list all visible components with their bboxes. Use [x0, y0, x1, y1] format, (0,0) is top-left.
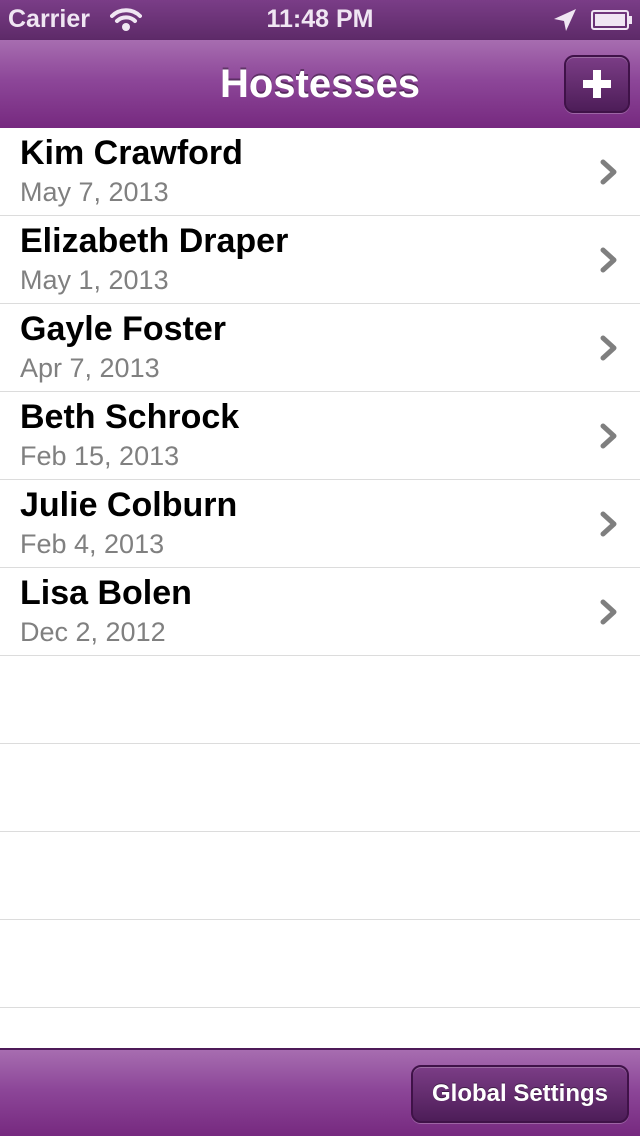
hostess-date: Dec 2, 2012 — [20, 617, 166, 647]
hostess-list: Kim Crawford May 7, 2013 Elizabeth Drape… — [0, 128, 640, 1008]
hostess-name: Lisa Bolen — [20, 574, 192, 612]
empty-list-row — [0, 832, 640, 920]
chevron-right-icon — [600, 599, 617, 625]
hostess-date: Feb 15, 2013 — [20, 441, 180, 471]
chevron-right-icon — [600, 159, 617, 185]
hostess-name: Gayle Foster — [20, 310, 226, 348]
chevron-right-icon — [600, 247, 617, 273]
hostess-name: Julie Colburn — [20, 486, 238, 524]
navigation-bar: Hostesses — [0, 40, 640, 129]
list-item[interactable]: Kim Crawford May 7, 2013 — [0, 128, 640, 216]
empty-list-row — [0, 744, 640, 832]
status-bar: Carrier 11:48 PM — [0, 0, 640, 40]
list-item[interactable]: Lisa Bolen Dec 2, 2012 — [0, 568, 640, 656]
list-item[interactable]: Beth Schrock Feb 15, 2013 — [0, 392, 640, 480]
bottom-toolbar: Global Settings — [0, 1048, 640, 1136]
add-hostess-button[interactable] — [564, 55, 630, 113]
location-arrow-icon — [552, 8, 578, 32]
status-time: 11:48 PM — [266, 5, 374, 33]
list-item[interactable]: Elizabeth Draper May 1, 2013 — [0, 216, 640, 304]
list-item[interactable]: Gayle Foster Apr 7, 2013 — [0, 304, 640, 392]
empty-list-row — [0, 920, 640, 1008]
plus-icon — [583, 70, 611, 98]
battery-icon — [591, 10, 633, 30]
chevron-right-icon — [600, 423, 617, 449]
hostess-name: Elizabeth Draper — [20, 222, 289, 260]
hostess-date: Feb 4, 2013 — [20, 529, 165, 559]
page-title: Hostesses — [219, 62, 421, 106]
hostess-date: Apr 7, 2013 — [20, 353, 160, 383]
list-item[interactable]: Julie Colburn Feb 4, 2013 — [0, 480, 640, 568]
chevron-right-icon — [600, 335, 617, 361]
hostess-date: May 1, 2013 — [20, 265, 169, 295]
chevron-right-icon — [600, 511, 617, 537]
hostess-date: May 7, 2013 — [20, 177, 169, 207]
hostess-name: Kim Crawford — [20, 134, 243, 172]
empty-list-row — [0, 656, 640, 744]
hostess-name: Beth Schrock — [20, 398, 240, 436]
global-settings-button[interactable]: Global Settings — [411, 1065, 629, 1123]
